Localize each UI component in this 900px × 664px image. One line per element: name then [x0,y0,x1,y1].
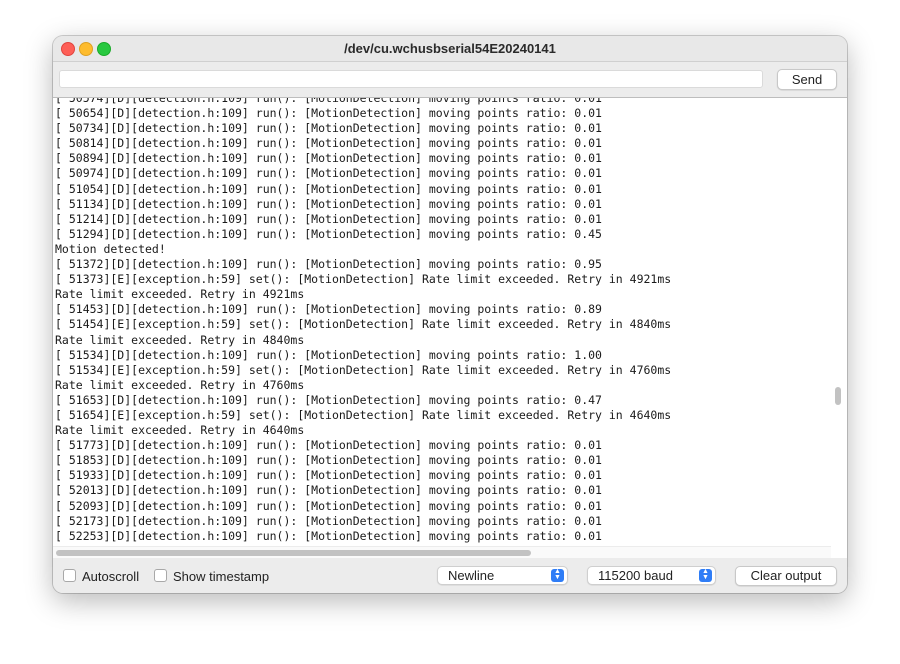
log-line: [ 51933][D][detection.h:109] run(): [Mot… [55,468,602,483]
log-line: [ 51653][D][detection.h:109] run(): [Mot… [55,392,602,407]
send-input[interactable] [59,70,763,88]
log-line: [ 50974][D][detection.h:109] run(): [Mot… [55,166,602,181]
minimize-icon[interactable] [79,42,93,56]
log-line: Rate limit exceeded. Retry in 4921ms [55,287,305,302]
log-line: [ 51054][D][detection.h:109] run(): [Mot… [55,181,602,196]
log-line: [ 50814][D][detection.h:109] run(): [Mot… [55,136,602,151]
clear-output-button[interactable]: Clear output [735,566,837,586]
close-icon[interactable] [61,42,75,56]
baud-rate-value: 115200 baud [598,568,673,583]
log-line: Motion detected! [55,241,166,256]
title-bar[interactable]: /dev/cu.wchusbserial54E20240141 [53,36,847,61]
log-line: Rate limit exceeded. Retry in 4760ms [55,377,305,392]
log-line: [ 51214][D][detection.h:109] run(): [Mot… [55,211,602,226]
log-line: Rate limit exceeded. Retry in 4640ms [55,423,305,438]
log-line: [ 51372][D][detection.h:109] run(): [Mot… [55,257,602,272]
log-line: [ 50654][D][detection.h:109] run(): [Mot… [55,106,602,121]
log-line: [ 50734][D][detection.h:109] run(): [Mot… [55,121,602,136]
line-ending-select[interactable]: Newline ▲ ▼ [437,566,568,585]
log-line: [ 52013][D][detection.h:109] run(): [Mot… [55,483,602,498]
log-line: [ 51534][D][detection.h:109] run(): [Mot… [55,347,602,362]
log-line: [ 51373][E][exception.h:59] set(): [Moti… [55,272,672,287]
vertical-scrollbar-thumb[interactable] [835,387,841,405]
log-line: [ 51853][D][detection.h:109] run(): [Mot… [55,453,602,468]
log-line: [ 51773][D][detection.h:109] run(): [Mot… [55,438,602,453]
log-line: [ 51454][E][exception.h:59] set(): [Moti… [55,317,672,332]
log-line: [ 51134][D][detection.h:109] run(): [Mot… [55,196,602,211]
output-log: [ 50574][D][detection.h:109] run(): [Mot… [55,97,672,544]
send-toolbar: Send [53,61,847,98]
log-line: [ 52253][D][detection.h:109] run(): [Mot… [55,528,602,543]
autoscroll-checkbox[interactable] [63,569,76,582]
line-ending-value: Newline [448,568,495,583]
show-timestamp-checkbox[interactable] [154,569,167,582]
horizontal-scrollbar-thumb[interactable] [56,550,531,556]
show-timestamp-label: Show timestamp [173,569,270,584]
maximize-icon[interactable] [97,42,111,56]
log-line: [ 52093][D][detection.h:109] run(): [Mot… [55,498,602,513]
log-line: [ 50894][D][detection.h:109] run(): [Mot… [55,151,602,166]
log-line: [ 50574][D][detection.h:109] run(): [Mot… [55,97,602,105]
serial-output[interactable]: [ 50574][D][detection.h:109] run(): [Mot… [53,97,847,559]
autoscroll-label: Autoscroll [82,569,140,584]
log-line: [ 51294][D][detection.h:109] run(): [Mot… [55,226,602,241]
log-line: [ 51654][E][exception.h:59] set(): [Moti… [55,407,672,422]
log-line: [ 52173][D][detection.h:109] run(): [Mot… [55,513,602,528]
updown-chevron-icon: ▲ ▼ [551,568,564,582]
baud-rate-select[interactable]: 115200 baud ▲ ▼ [587,566,716,585]
log-line: [ 51453][D][detection.h:109] run(): [Mot… [55,302,602,317]
window-title: /dev/cu.wchusbserial54E20240141 [344,41,556,56]
send-button[interactable]: Send [777,69,837,90]
log-line: [ 51534][E][exception.h:59] set(): [Moti… [55,362,672,377]
log-line: Rate limit exceeded. Retry in 4840ms [55,332,305,347]
updown-chevron-icon: ▲ ▼ [699,568,712,582]
serial-monitor-window: /dev/cu.wchusbserial54E20240141 Send [ 5… [53,36,847,593]
status-bar: Autoscroll Show timestamp Newline ▲ ▼ 115… [53,558,847,593]
